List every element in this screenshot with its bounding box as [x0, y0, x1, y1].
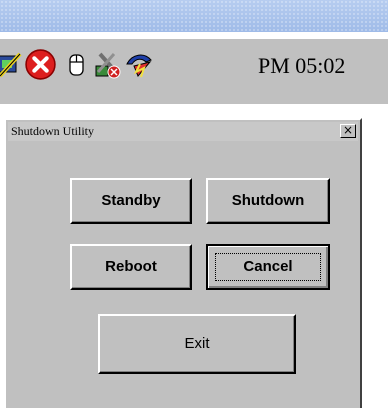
dialog-title: Shutdown Utility [11, 124, 95, 138]
network-icon[interactable] [0, 50, 24, 80]
shutdown-dialog: Shutdown Utility × Standby Shutdown Rebo… [4, 118, 362, 408]
mouse-icon[interactable] [62, 50, 92, 80]
standby-button[interactable]: Standby [70, 178, 192, 224]
clock: PM 05:02 [258, 53, 346, 78]
title-bar[interactable]: Shutdown Utility × [8, 122, 358, 141]
error-icon[interactable] [24, 48, 57, 81]
taskbar: PM 05:02 [0, 37, 388, 104]
standby-button-label: Standby [101, 192, 161, 209]
exit-button-label: Exit [184, 335, 210, 352]
power-icon[interactable] [124, 50, 154, 80]
cancel-button[interactable]: Cancel [206, 244, 330, 290]
shutdown-button-label: Shutdown [231, 192, 305, 209]
focus-indicator [215, 253, 321, 281]
reboot-button[interactable]: Reboot [70, 244, 192, 290]
tools-icon[interactable] [92, 50, 122, 80]
close-button[interactable]: × [340, 124, 356, 138]
shutdown-button[interactable]: Shutdown [206, 178, 330, 224]
desktop-strip [0, 0, 388, 32]
reboot-button-label: Reboot [105, 258, 157, 275]
exit-button[interactable]: Exit [98, 314, 296, 374]
